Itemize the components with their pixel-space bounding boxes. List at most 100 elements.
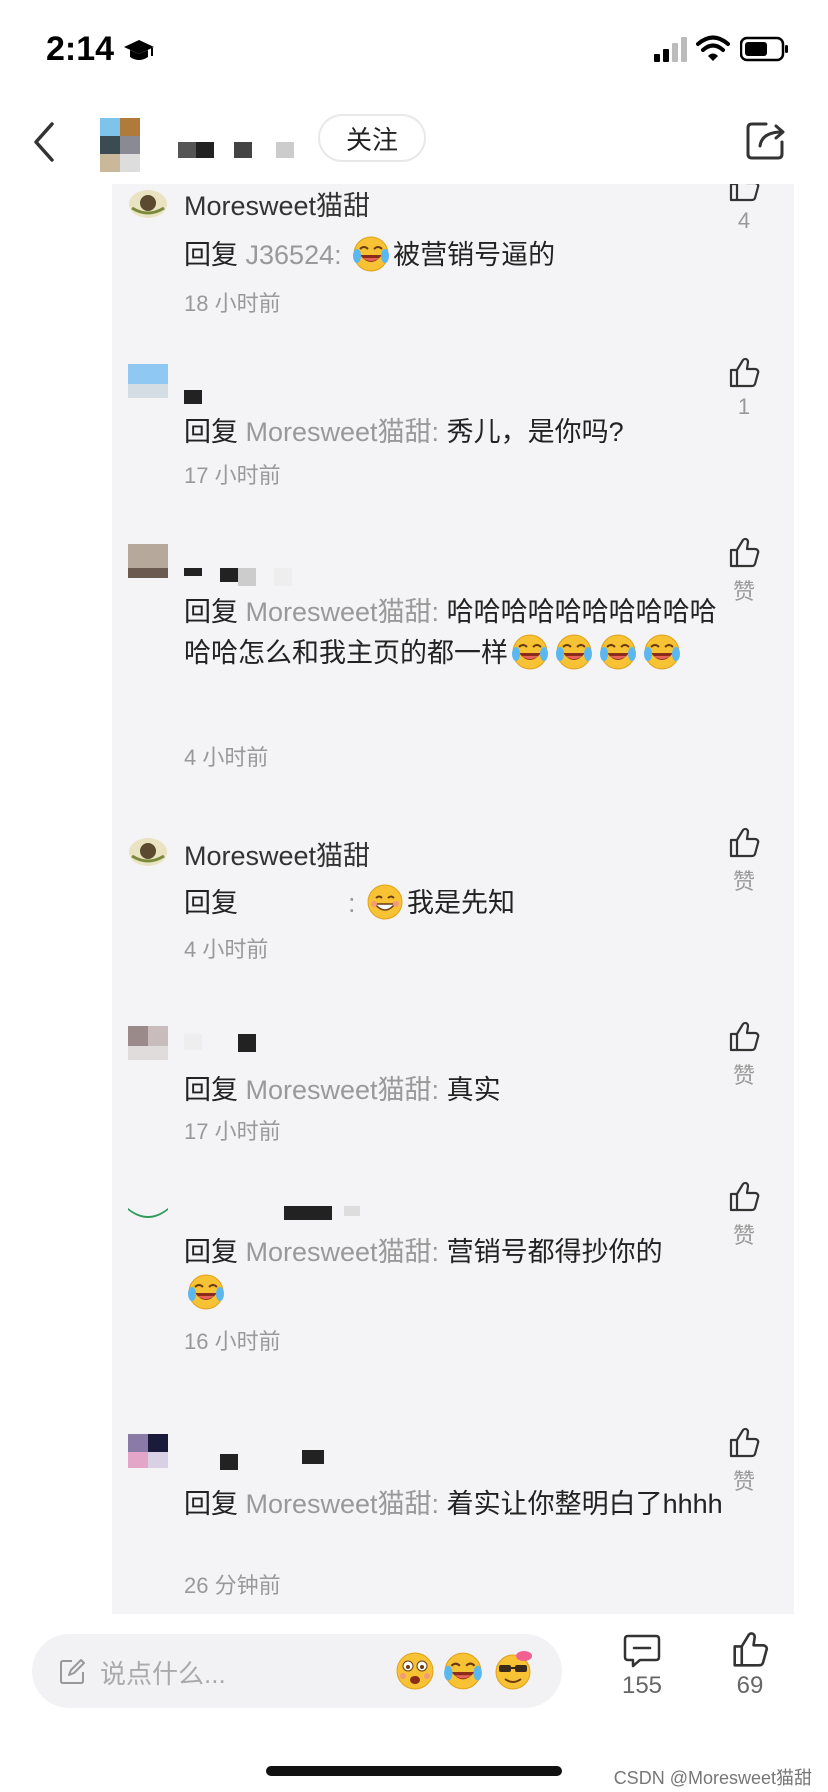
avatar[interactable] [128,186,168,220]
like-count: 69 [736,1672,764,1699]
comment-item: 回复 Moresweet猫甜: 着实让你整明白了hhhh 26 分钟前 赞 [112,1434,794,1604]
cool-emoji[interactable] [492,1650,534,1692]
reply-word: 回复 [184,240,246,270]
reply-thread-panel: Moresweet猫甜 回复 J36524: 被营销号逼的 18 小时前 4 回… [112,184,794,1614]
thumbs-up-icon [727,1020,761,1054]
avatar[interactable] [128,834,168,868]
comment-time: 17 小时前 [184,463,281,488]
thumbs-up-icon [730,1630,770,1670]
avatar[interactable] [128,1026,168,1060]
username-mosaic [184,568,292,586]
battery-icon [740,36,788,62]
comment-body: 秀儿，是你吗? [446,417,624,447]
comment-item: Moresweet猫甜 回复: 我是先知 4 小时前 赞 [112,834,794,974]
laugh-cry-emoji [351,234,391,274]
share-icon[interactable] [744,118,788,162]
thumbs-up-icon [727,536,761,570]
comment-text: 回复 Moresweet猫甜: 着实让你整明白了hhhh [184,1484,724,1524]
username-mosaic [184,1034,256,1052]
laugh-cry-emoji [598,632,638,672]
thumbs-up-icon [727,356,761,390]
like-post-button[interactable]: 69 [720,1630,780,1700]
thumbs-up-icon [727,826,761,860]
username-mosaic [284,1206,360,1220]
home-indicator[interactable] [266,1766,562,1776]
watermark: CSDN @Moresweet猫甜 [613,1768,812,1788]
comment-text: 回复 Moresweet猫甜: 秀儿，是你吗? [184,412,724,452]
surprised-emoji[interactable] [394,1650,436,1692]
comment-text: 回复 J36524: 被营销号逼的 [184,234,724,275]
header-bar: 关注 [0,100,828,184]
comment-body: 我是先知 [407,888,516,918]
grin-emoji [365,882,405,922]
reply-target[interactable]: : [348,888,356,918]
reply-target[interactable]: Moresweet猫甜: [246,417,440,447]
comment-text: 回复 Moresweet猫甜: 营销号都得抄你的 [184,1232,724,1313]
like-button[interactable]: 赞 [724,1020,764,1090]
reply-target[interactable]: Moresweet猫甜: [246,1075,440,1105]
like-button[interactable]: 赞 [724,826,764,896]
comment-username[interactable]: Moresweet猫甜 [184,184,370,223]
laugh-cry-emoji [554,632,594,672]
reply-target[interactable]: Moresweet猫甜: [246,1489,440,1519]
reply-word: 回复 [184,417,246,447]
comment-body: 着实让你整明白了hhhh [446,1489,723,1519]
thumbs-up-icon [727,1426,761,1460]
comment-item: 回复 Moresweet猫甜: 哈哈哈哈哈哈哈哈哈哈哈哈怎么和我主页的都一样 4… [112,544,794,784]
comment-body: 营销号都得抄你的 [446,1237,663,1267]
comment-item: 回复 Moresweet猫甜: 秀儿，是你吗? 17 小时前 1 [112,364,794,494]
avatar[interactable] [128,364,168,398]
like-count: 赞 [732,579,755,604]
username-mosaic [220,1450,324,1470]
like-button[interactable]: 4 [724,184,764,234]
comment-input[interactable]: 说点什么... [32,1634,562,1708]
follow-button[interactable]: 关注 [318,114,426,162]
comment-button[interactable]: 155 [612,1630,672,1700]
avatar[interactable] [128,544,168,578]
laugh-cry-emoji[interactable] [442,1650,484,1692]
avatar[interactable] [128,1434,168,1468]
status-time: 2:14 [46,30,115,68]
reply-target[interactable]: Moresweet猫甜: [246,1237,440,1267]
comment-time: 18 小时前 [184,291,281,316]
bottom-action-bar: 说点什么... 155 69 CSDN @Moresweet猫甜 [0,1614,828,1792]
comment-icon [623,1634,661,1668]
comment-body: 被营销号逼的 [393,240,556,270]
author-avatar[interactable] [100,118,140,172]
thumbs-up-icon [727,184,761,204]
comment-item: Moresweet猫甜 回复 J36524: 被营销号逼的 18 小时前 4 [112,184,794,326]
like-button[interactable]: 赞 [724,536,764,606]
comment-item: 回复 Moresweet猫甜: 真实 17 小时前 赞 [112,1026,794,1156]
comment-count: 155 [621,1672,663,1699]
comment-text: 回复 Moresweet猫甜: 真实 [184,1070,724,1110]
like-count: 4 [737,208,751,233]
reply-target[interactable]: J36524: [246,240,342,270]
comment-time: 26 分钟前 [184,1573,281,1598]
avatar[interactable] [128,1204,168,1238]
comment-time: 4 小时前 [184,745,269,770]
comment-username[interactable]: Moresweet猫甜 [184,834,370,873]
graduation-cap-icon [124,40,154,60]
reply-word: 回复 [184,1237,246,1267]
like-button[interactable]: 赞 [724,1180,764,1250]
signal-icon [654,37,687,62]
comment-placeholder: 说点什么... [100,1659,226,1689]
comment-text: 回复: 我是先知 [184,882,724,923]
author-name-mosaic [178,142,294,158]
like-count: 赞 [732,1063,755,1088]
reply-word: 回复 [184,888,238,918]
thumbs-up-icon [727,1180,761,1214]
status-bar: 2:14 [0,0,828,100]
wifi-icon [696,35,730,61]
comment-time: 17 小时前 [184,1119,281,1144]
reply-word: 回复 [184,1075,246,1105]
reply-target[interactable]: Moresweet猫甜: [246,597,440,627]
comment-time: 4 小时前 [184,937,269,962]
comment-body: 真实 [446,1075,501,1105]
laugh-cry-emoji [186,1272,226,1312]
like-button[interactable]: 赞 [724,1426,764,1496]
reply-word: 回复 [184,597,246,627]
like-count: 赞 [732,869,755,894]
like-button[interactable]: 1 [724,356,764,420]
back-icon[interactable] [28,118,60,166]
